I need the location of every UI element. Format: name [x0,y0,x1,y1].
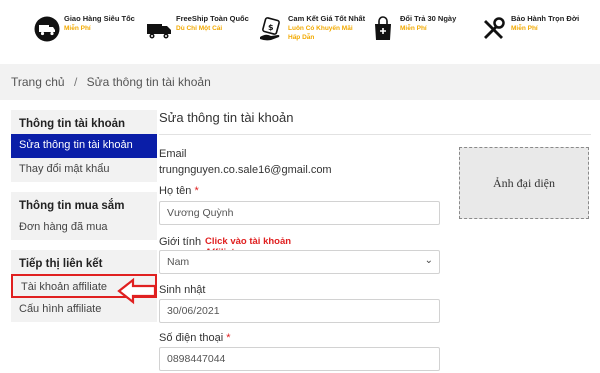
benefit-subtitle: Luôn Có Khuyến Mãi [288,25,353,32]
page-title: Sửa thông tin tài khoản [159,110,591,135]
required-mark: * [226,332,231,344]
birthday-field[interactable]: 30/06/2021 [159,299,440,323]
breadcrumb-current: Sửa thông tin tài khoản [86,75,211,89]
benefit-subtitle: Miễn Phí [511,25,538,32]
benefit-return: Đổi Trả 30 Ngày Miễn Phí [370,14,456,50]
required-mark: * [194,185,199,197]
email-value: trungnguyen.co.sale16@gmail.com [159,164,332,176]
phone-label: Số điện thoại * [159,332,231,344]
birthday-label: Sinh nhật [159,284,206,296]
breadcrumb: Trang chủ / Sửa thông tin tài khoản [0,64,600,100]
benefit-warranty: Bảo Hành Trọn Đời Miễn Phí [481,14,579,50]
benefit-free-ship: FreeShip Toàn Quốc Dù Chỉ Một Cái [146,14,249,50]
delivery-truck-icon [34,16,60,42]
svg-text:$: $ [268,23,274,32]
price-commitment-icon: $ [260,17,280,41]
email-label: Email [159,148,187,160]
benefit-title: Cam Kết Giá Tốt Nhất [288,14,366,23]
sidebar-heading: Thông tin mua sắm [19,200,125,212]
phone-field[interactable]: 0898447044 [159,347,440,371]
benefit-title: FreeShip Toàn Quốc [176,14,249,23]
breadcrumb-separator: / [73,75,78,89]
benefit-subtitle: Dù Chỉ Một Cái [176,25,223,32]
sidebar-item-orders[interactable]: Đơn hàng đã mua [11,216,157,240]
benefit-best-price: $ Cam Kết Giá Tốt Nhất Luôn Có Khuyến Mã… [258,14,365,50]
phone-label-text: Số điện thoại [159,332,224,344]
gender-select[interactable]: Nam ⌄ [159,250,440,274]
sidebar-group-account: Thông tin tài khoản Sửa thông tin tài kh… [11,110,157,182]
sidebar-heading: Tiếp thị liên kết [19,258,103,270]
edit-account-form: Sửa thông tin tài khoản Email trungnguye… [159,110,591,371]
benefit-fast-delivery: Giao Hàng Siêu Tốc Miễn Phí [34,14,135,50]
name-label-text: Họ tên [159,185,192,197]
benefit-subtitle: Miễn Phí [64,25,91,32]
name-label: Họ tên * [159,185,199,197]
tools-warranty-icon [484,17,505,39]
avatar-upload[interactable]: Ảnh đại diện [459,147,589,219]
benefit-subtitle-2: Hấp Dẫn [288,34,315,41]
avatar-label: Ảnh đại diện [493,175,555,190]
chevron-down-icon: ⌄ [424,255,433,266]
gender-select-value: Nam [167,256,190,268]
sidebar-item-change-password[interactable]: Thay đổi mật khẩu [11,158,157,182]
annotation-arrow-icon [117,277,157,305]
benefit-title: Đổi Trả 30 Ngày [400,14,457,23]
benefits-bar: Giao Hàng Siêu Tốc Miễn Phí FreeShip Toà… [0,0,600,62]
name-field[interactable]: Vương Quỳnh [159,201,440,225]
sidebar-item-edit-account[interactable]: Sửa thông tin tài khoản [11,134,157,158]
return-bag-icon [375,16,391,40]
benefit-subtitle: Miễn Phí [400,25,427,32]
gender-label: Giới tính [159,236,202,248]
benefit-title: Bảo Hành Trọn Đời [511,14,580,23]
free-ship-truck-icon [147,24,171,39]
breadcrumb-home-link[interactable]: Trang chủ [11,75,65,89]
sidebar-group-shopping: Thông tin mua sắm Đơn hàng đã mua [11,192,157,240]
sidebar-heading: Thông tin tài khoản [19,118,126,130]
benefit-title: Giao Hàng Siêu Tốc [64,14,135,23]
